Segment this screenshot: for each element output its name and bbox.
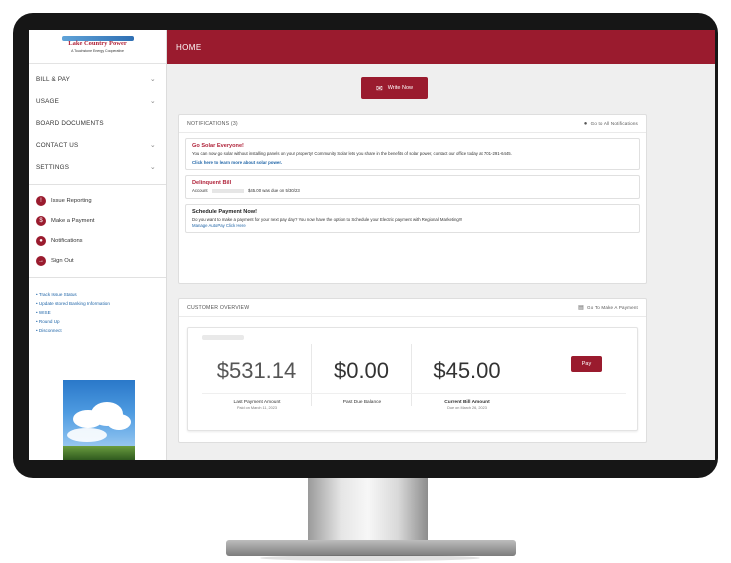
go-to-all-notifications[interactable]: ● Go to All Notifications (584, 121, 638, 127)
menu-label: CONTACT US (36, 141, 79, 149)
bell-icon: ● (583, 120, 588, 127)
notification-title: Schedule Payment Now! (192, 209, 257, 215)
notifications-title: NOTIFICATIONS (3) (187, 120, 238, 127)
past-due-amount: $0.00 (333, 358, 390, 383)
sidebar-promo-image[interactable] (63, 380, 135, 460)
chevron-down-icon: ⌄ (149, 164, 156, 171)
cloud (67, 428, 107, 442)
overview-divider (202, 393, 626, 394)
sidebar: Lake Country Power A Touchstone Energy C… (29, 30, 167, 460)
dollar-icon: $ (36, 216, 46, 226)
menu-label: BILL & PAY (36, 75, 71, 83)
monitor-screen: Lake Country Power A Touchstone Energy C… (29, 30, 715, 460)
page-title: HOME (176, 42, 202, 52)
link-update-banking[interactable]: • Update stored Banking Information (36, 299, 159, 308)
link-wise[interactable]: • WISE (36, 308, 159, 317)
ground (63, 446, 135, 460)
past-due-column: $0.00 (312, 344, 412, 406)
menu-item-usage[interactable]: USAGE ⌄ (29, 90, 166, 112)
notification-body: Account $45.00 was due on 5/30/23 (192, 188, 300, 193)
quick-make-payment[interactable]: $ Make a Payment (29, 211, 166, 231)
envelope-icon: ✉ (376, 83, 383, 93)
main-menu: BILL & PAY ⌄ USAGE ⌄ BOARD DOCUMENTS CON… (29, 64, 166, 178)
cloud (107, 414, 131, 430)
quick-label: Make a Payment (51, 218, 95, 224)
logo-area[interactable]: Lake Country Power A Touchstone Energy C… (29, 30, 166, 64)
menu-item-bill-pay[interactable]: BILL & PAY ⌄ (29, 68, 166, 90)
manage-autopay-link[interactable]: Manage AutoPay Click Here (192, 223, 633, 228)
current-bill-column: $45.00 (412, 344, 522, 406)
quick-sign-out[interactable]: → Sign Out (29, 251, 166, 271)
last-payment-column: $531.14 (202, 344, 312, 406)
top-bar: HOME (167, 30, 715, 64)
sidebar-divider (29, 277, 166, 278)
current-bill-label: Current Bill Amount Due on March 26, 202… (444, 400, 490, 410)
stand-shadow (260, 555, 480, 561)
signout-icon: → (36, 256, 46, 266)
notifications-card: NOTIFICATIONS (3) ● Go to All Notificati… (178, 114, 647, 284)
sidebar-divider (29, 184, 166, 185)
link-round-up[interactable]: • Round Up (36, 317, 159, 326)
notification-body: You can now go solar without installing … (192, 151, 512, 156)
notification-title: Go Solar Everyone! (192, 143, 244, 149)
notification-schedule-payment: Schedule Payment Now! Do you want to mak… (185, 204, 640, 233)
quick-label: Sign Out (51, 258, 74, 264)
solar-learn-more-link[interactable]: Click here to learn more about solar pow… (192, 160, 633, 165)
logo-name: Lake Country Power (68, 39, 127, 47)
notification-delinquent: Delinquent Bill Account $45.00 was due o… (185, 175, 640, 199)
notification-solar: Go Solar Everyone! You can now go solar … (185, 138, 640, 170)
past-due-label: Past Due Balance (342, 400, 382, 405)
menu-label: SETTINGS (36, 163, 70, 171)
link-track-issue-status[interactable]: • Track Issue Status (36, 290, 159, 299)
bell-icon: ● (36, 236, 46, 246)
document-icon: ▤ (578, 305, 585, 311)
quick-label: Issue Reporting (51, 198, 92, 204)
quick-actions: ! Issue Reporting $ Make a Payment ● Not… (29, 191, 166, 271)
overview-title: CUSTOMER OVERVIEW (187, 304, 250, 311)
sidebar-links: • Track Issue Status • Update stored Ban… (29, 284, 166, 339)
menu-item-settings[interactable]: SETTINGS ⌄ (29, 156, 166, 178)
monitor-stand-neck (308, 478, 428, 542)
last-payment-amount: $531.14 (216, 358, 297, 383)
quick-label: Notifications (51, 238, 83, 244)
customer-overview-card: CUSTOMER OVERVIEW ▤ Go To Make A Payment… (178, 298, 647, 443)
main-content: HOME ✉ Write Now NOTIFICATIONS (3) ● Go … (167, 30, 715, 460)
alert-icon: ! (36, 196, 46, 206)
overview-header: CUSTOMER OVERVIEW ▤ Go To Make A Payment (179, 299, 646, 317)
menu-label: USAGE (36, 97, 60, 105)
chevron-down-icon: ⌄ (149, 142, 156, 149)
overview-panel: $531.14 $0.00 $45.00 Last Payment Amount… (187, 327, 638, 431)
pay-button[interactable]: Pay (571, 356, 602, 372)
menu-item-board-documents[interactable]: BOARD DOCUMENTS (29, 112, 166, 134)
account-number-redacted (211, 188, 244, 193)
chevron-down-icon: ⌄ (149, 76, 156, 83)
write-now-button[interactable]: ✉ Write Now (361, 77, 428, 99)
notification-title: Delinquent Bill (192, 180, 232, 186)
chevron-down-icon: ⌄ (149, 98, 156, 105)
go-to-make-payment[interactable]: ▤ Go To Make A Payment (578, 304, 638, 311)
menu-item-contact-us[interactable]: CONTACT US ⌄ (29, 134, 166, 156)
menu-label: BOARD DOCUMENTS (36, 119, 104, 127)
quick-notifications[interactable]: ● Notifications (29, 231, 166, 251)
quick-issue-reporting[interactable]: ! Issue Reporting (29, 191, 166, 211)
company-logo[interactable]: Lake Country Power A Touchstone Energy C… (58, 35, 138, 58)
monitor-stand-base (226, 540, 516, 556)
logo-sub: A Touchstone Energy Cooperative (71, 48, 124, 53)
account-label-redacted (202, 335, 244, 340)
notifications-header: NOTIFICATIONS (3) ● Go to All Notificati… (179, 115, 646, 133)
last-payment-label: Last Payment Amount Paid on March 11, 20… (233, 400, 281, 410)
write-now-label: Write Now (387, 85, 413, 91)
link-disconnect[interactable]: • Disconnect (36, 326, 159, 335)
current-bill-amount: $45.00 (433, 358, 501, 383)
